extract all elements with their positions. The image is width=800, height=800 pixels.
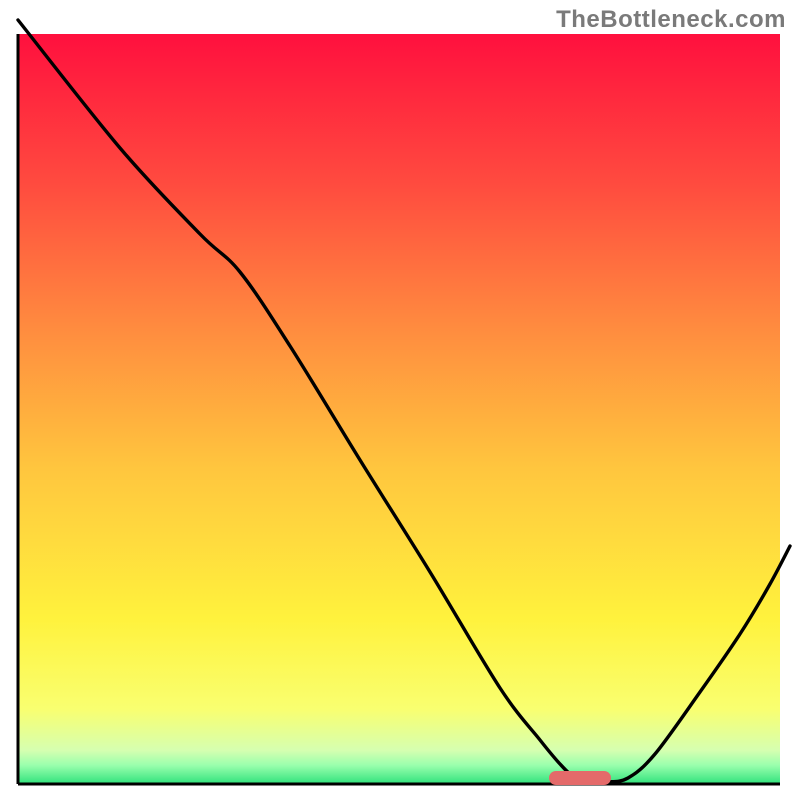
- bottleneck-chart: [0, 0, 800, 800]
- watermark-text: TheBottleneck.com: [556, 6, 786, 34]
- gradient-plot-area: [18, 34, 780, 784]
- optimal-marker: [549, 771, 611, 785]
